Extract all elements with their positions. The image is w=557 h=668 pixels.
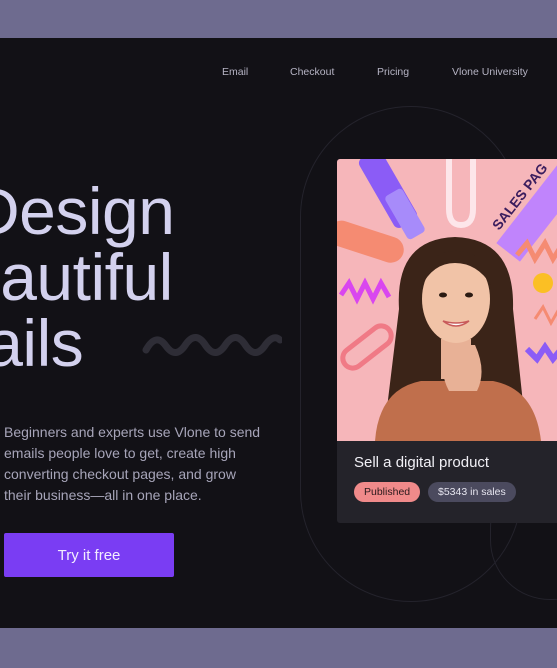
- status-badge: Published: [354, 482, 421, 502]
- nav-link-pricing[interactable]: Pricing: [377, 66, 409, 78]
- card-title: Sell a digital product: [354, 454, 490, 471]
- nav-link-university[interactable]: Vlone University: [452, 66, 528, 78]
- headline-line: Design: [0, 174, 175, 248]
- nav-link-checkout[interactable]: Checkout: [290, 66, 334, 78]
- landing-page: Email Checkout Pricing Vlone University …: [0, 38, 557, 628]
- product-illustration: SALES PAG: [337, 159, 557, 441]
- nav-link-email[interactable]: Email: [222, 66, 248, 78]
- sales-badge: $5343 in sales: [428, 482, 516, 502]
- outer-frame-top: [0, 0, 557, 38]
- headline-line: eautiful: [0, 240, 173, 314]
- hero-description: Beginners and experts use Vlone to send …: [4, 424, 261, 503]
- try-it-free-button[interactable]: Try it free: [4, 533, 174, 577]
- product-card[interactable]: SALES PAG Sell a digital product Publish…: [337, 159, 557, 523]
- outer-frame-bottom: [0, 628, 557, 668]
- product-image: SALES PAG: [337, 159, 557, 441]
- squiggle-decoration: [142, 334, 282, 356]
- top-nav: Email Checkout Pricing Vlone University: [0, 66, 557, 80]
